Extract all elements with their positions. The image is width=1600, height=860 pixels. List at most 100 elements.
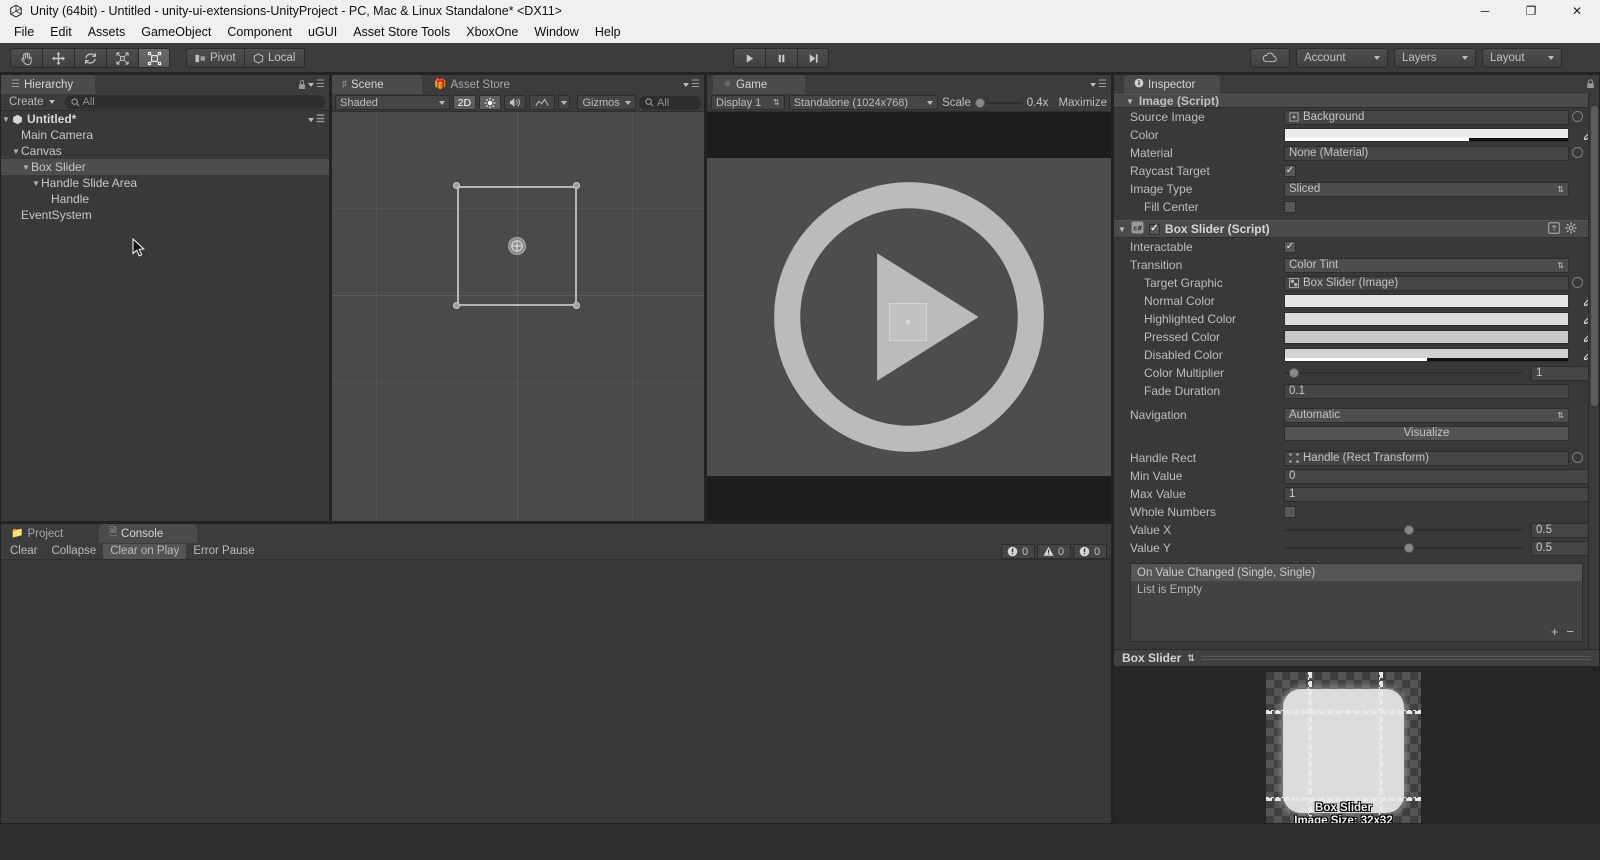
hierarchy-row-handle[interactable]: ▼ ▼ ▼ ▼ ▼ Handle <box>1 191 329 207</box>
gizmos-dropdown[interactable]: Gizmos <box>577 95 636 110</box>
scale-slider[interactable] <box>974 95 1023 110</box>
pivot-toggle-button[interactable]: Pivot <box>186 48 244 68</box>
hierarchy-row-scene[interactable]: ▼ Untitled* ☰ <box>1 111 329 127</box>
transition-dropdown[interactable]: Color Tint ⇅ <box>1284 257 1569 273</box>
menu-xboxone[interactable]: XboxOne <box>458 22 526 43</box>
image-component-header[interactable]: ▼ Image (Script) <box>1114 94 1599 108</box>
game-box-slider-knob[interactable] <box>905 319 911 325</box>
menu-gameobject[interactable]: GameObject <box>133 22 219 43</box>
menu-file[interactable]: File <box>6 22 42 43</box>
value-x-input[interactable]: 0.5 <box>1531 522 1591 538</box>
rect-handle-top-right[interactable] <box>573 182 580 189</box>
move-tool-button[interactable] <box>42 48 74 68</box>
value-y-thumb[interactable] <box>1403 543 1414 553</box>
scene-viewport[interactable] <box>332 112 704 521</box>
add-listener-button[interactable]: + <box>1551 624 1559 639</box>
normal-color-swatch[interactable] <box>1284 294 1569 308</box>
whole-numbers-checkbox[interactable] <box>1284 506 1296 518</box>
preview-header[interactable]: Box Slider ⇅ <box>1114 649 1599 666</box>
local-toggle-button[interactable]: Local <box>244 48 305 68</box>
hierarchy-row-main-camera[interactable]: ▼ ▼ Main Camera <box>1 127 329 143</box>
highlighted-color-swatch[interactable] <box>1284 312 1569 326</box>
scene-row-menu[interactable]: ☰ <box>308 114 325 125</box>
expand-triangle-icon[interactable]: ▼ <box>31 179 41 188</box>
resolution-dropdown[interactable]: Standalone (1024x768) <box>788 95 939 110</box>
min-value-input[interactable]: 0 <box>1284 468 1591 484</box>
handle-rect-field[interactable]: Handle (Rect Transform) <box>1284 450 1569 466</box>
account-dropdown[interactable]: Account <box>1296 48 1388 68</box>
scene-panel-menu[interactable]: ☰ <box>683 79 700 90</box>
inspector-scrollbar-thumb[interactable] <box>1591 106 1598 406</box>
display-dropdown[interactable]: Display 1 ⇅ <box>711 95 785 110</box>
menu-window[interactable]: Window <box>526 22 586 43</box>
hierarchy-panel-menu[interactable]: ☰ <box>298 79 325 90</box>
source-image-picker-button[interactable] <box>1572 110 1583 122</box>
color-multiplier-value-input[interactable]: 1 <box>1531 365 1591 381</box>
material-field[interactable]: None (Material) <box>1284 145 1569 161</box>
hierarchy-search-input[interactable]: All <box>64 95 325 109</box>
expand-triangle-icon[interactable]: ▼ <box>1118 225 1126 234</box>
value-x-thumb[interactable] <box>1403 525 1414 535</box>
pressed-color-swatch[interactable] <box>1284 330 1569 344</box>
expand-triangle-icon[interactable]: ▼ <box>11 147 21 156</box>
raycast-target-checkbox[interactable]: ✓ <box>1284 165 1296 177</box>
clear-on-play-toggle[interactable]: Clear on Play <box>103 543 187 559</box>
expand-triangle-icon[interactable]: ▼ <box>1 115 11 124</box>
play-button[interactable] <box>733 48 765 68</box>
fill-center-checkbox[interactable] <box>1284 201 1296 213</box>
hierarchy-row-box-slider[interactable]: ▼ ▼ ▼ Box Slider <box>1 159 329 175</box>
clear-button[interactable]: Clear <box>3 544 44 559</box>
visualize-button[interactable]: Visualize <box>1284 425 1569 441</box>
pivot-gizmo-icon[interactable] <box>508 237 526 255</box>
menu-edit[interactable]: Edit <box>42 22 80 43</box>
game-panel-menu[interactable]: ☰ <box>1090 79 1107 90</box>
remove-listener-button[interactable]: − <box>1566 624 1574 639</box>
disabled-color-swatch[interactable] <box>1284 348 1569 362</box>
interactable-checkbox[interactable]: ✓ <box>1284 241 1296 253</box>
hierarchy-row-canvas[interactable]: ▼ ▼ Canvas <box>1 143 329 159</box>
warning-count-button[interactable]: 0 <box>1037 544 1071 559</box>
max-value-input[interactable]: 1 <box>1284 486 1591 502</box>
value-y-slider[interactable] <box>1284 541 1523 556</box>
menu-asset-store-tools[interactable]: Asset Store Tools <box>345 22 458 43</box>
tab-scene[interactable]: ♯ Scene <box>332 75 422 94</box>
console-log-list[interactable] <box>1 560 1111 823</box>
box-slider-enabled-checkbox[interactable]: ✓ <box>1148 223 1160 235</box>
rect-handle-top-left[interactable] <box>453 182 460 189</box>
rotate-tool-button[interactable] <box>74 48 106 68</box>
layers-dropdown[interactable]: Layers <box>1394 48 1476 68</box>
on-value-changed-list[interactable] <box>1131 599 1582 621</box>
expand-triangle-icon[interactable]: ▼ <box>1126 97 1134 106</box>
minimize-button[interactable]: ─ <box>1462 0 1508 22</box>
help-icon[interactable]: ? <box>1548 221 1560 237</box>
info-count-button[interactable]: 0 <box>1001 544 1035 559</box>
effects-dropdown[interactable] <box>558 95 571 110</box>
error-pause-toggle[interactable]: Error Pause <box>186 544 261 559</box>
inspector-scrollbar[interactable] <box>1588 94 1599 649</box>
scale-slider-thumb[interactable] <box>974 97 985 108</box>
tab-inspector[interactable]: Inspector <box>1124 75 1220 94</box>
error-count-button[interactable]: 0 <box>1073 544 1107 559</box>
target-graphic-picker-button[interactable] <box>1572 276 1583 288</box>
box-slider-component-header[interactable]: ▼ c# ✓ Box Slider (Script) ? <box>1114 220 1599 238</box>
color-multiplier-slider[interactable] <box>1284 366 1523 381</box>
tab-hierarchy[interactable]: ☰ Hierarchy <box>1 75 95 94</box>
hand-tool-button[interactable] <box>10 48 42 68</box>
menu-help[interactable]: Help <box>587 22 629 43</box>
tab-game[interactable]: ⚛ Game <box>713 75 805 94</box>
collapse-toggle[interactable]: Collapse <box>44 544 103 559</box>
step-button[interactable] <box>797 48 829 68</box>
toggle-2d-button[interactable]: 2D <box>452 95 476 110</box>
hierarchy-row-eventsystem[interactable]: ▼ ▼ EventSystem <box>1 207 329 223</box>
game-viewport[interactable] <box>707 112 1111 521</box>
scene-search-input[interactable]: All <box>639 95 701 110</box>
rect-handle-bottom-right[interactable] <box>573 302 580 309</box>
preview-area[interactable]: Box Slider Image Size: 32x32 <box>1114 666 1599 830</box>
shading-mode-dropdown[interactable]: Shaded <box>335 95 450 110</box>
value-y-input[interactable]: 0.5 <box>1531 540 1591 556</box>
scale-tool-button[interactable] <box>106 48 138 68</box>
color-swatch[interactable] <box>1284 128 1569 142</box>
material-picker-button[interactable] <box>1572 146 1583 158</box>
toggle-effects-button[interactable] <box>529 95 556 110</box>
toggle-lighting-button[interactable] <box>478 95 501 110</box>
